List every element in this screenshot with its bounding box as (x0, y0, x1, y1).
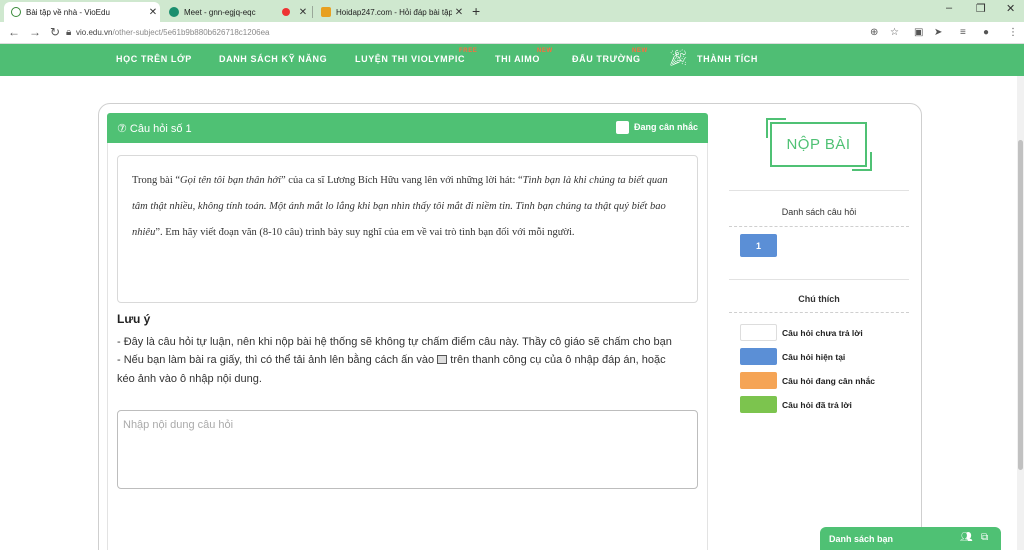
media-icon[interactable]: ≡ (960, 27, 966, 38)
meet-favicon-icon (169, 7, 179, 17)
nav-hoc-tren-lop[interactable]: HỌC TRÊN LỚP (116, 54, 192, 64)
address-bar: ← → ↻ 🔒︎ vio.edu.vn/other-subject/5e61b9… (0, 22, 1024, 44)
close-icon[interactable]: ✕ (296, 7, 310, 18)
question-list-title: Danh sách câu hỏi (781, 207, 857, 217)
legend-title: Chú thích (798, 294, 840, 304)
friend-list-panel[interactable]: Danh sách bạn 👥︎ ⧉ (820, 527, 1001, 550)
site-navigation: HỌC TRÊN LỚP DANH SÁCH KỸ NĂNG LUYỆN THI… (0, 44, 1024, 76)
question-header: ⑦ Câu hỏi số 1 Đang cân nhắc (107, 113, 708, 143)
lock-icon[interactable]: 🔒︎ (66, 27, 71, 38)
new-badge: NEW (632, 48, 648, 54)
question-text-part: ”. Em hãy viết đoạn văn (8-10 câu) trình… (155, 227, 575, 238)
reload-icon[interactable]: ↻ (50, 25, 60, 39)
note-line-2: - Nếu bạn làm bài ra giấy, thì có thể tả… (117, 354, 666, 366)
nav-danh-sach-ky-nang[interactable]: DANH SÁCH KỸ NĂNG (219, 54, 327, 64)
tab-label: Bài tập về nhà - VioEdu (26, 7, 110, 17)
tab-hoidap247[interactable]: Hoidap247.com - Hỏi đáp bài tập ✕ (314, 2, 466, 22)
note-line-1: - Đây là câu hỏi tự luận, nên khi nộp bà… (117, 336, 672, 348)
window-close-button[interactable]: ✕ (1006, 2, 1015, 15)
note-text: trên thanh công cụ của ô nhập đáp án, ho… (450, 354, 666, 366)
bookmark-star-icon[interactable]: ☆ (890, 27, 899, 38)
legend-label: Câu hỏi hiện tại (782, 352, 846, 362)
legend-swatch-answered (740, 396, 777, 413)
tab-divider (312, 6, 313, 18)
people-icon[interactable]: 👥︎ (960, 532, 973, 543)
question-text: Trong bài “Gọi tên tôi bạn thân hởi” của… (117, 155, 698, 303)
friend-list-label: Danh sách bạn (829, 534, 894, 544)
legend-swatch-current (740, 348, 777, 365)
note-title: Lưu ý (117, 312, 151, 326)
legend-swatch-unanswered (740, 324, 777, 341)
hoidap247-favicon-icon (321, 7, 331, 17)
tab-meet[interactable]: Meet - gnn-egjq-eqc ✕ (162, 2, 310, 22)
question-text-part: ” của ca sĩ Lương Bích Hữu vang lên với … (281, 175, 523, 186)
url-path: /other-subject/5e61b9b880b626718c1206ea (112, 28, 270, 37)
divider (729, 312, 909, 313)
minimize-button[interactable]: – (946, 2, 952, 14)
legend-label: Câu hỏi đã trả lời (782, 400, 852, 410)
nav-thi-aimo[interactable]: THI AIMO NEW (495, 48, 552, 64)
extension-icon[interactable]: ▣ (914, 27, 923, 38)
submit-decoration (766, 118, 768, 138)
note-line-3: kéo ảnh vào ô nhập nội dung. (117, 373, 262, 385)
question-title: ⑦ Câu hỏi số 1 (117, 123, 192, 135)
divider (729, 190, 909, 191)
submit-decoration (870, 152, 872, 171)
url-field[interactable]: vio.edu.vn/other-subject/5e61b9b880b6267… (76, 28, 270, 37)
browser-tab-strip: Bài tập về nhà - VioEdu ✕ Meet - gnn-egj… (0, 0, 1024, 22)
new-badge: NEW (537, 48, 553, 54)
nav-dau-truong[interactable]: ĐẤU TRƯỜNG NEW (572, 48, 647, 64)
answer-input[interactable] (117, 410, 698, 489)
nav-label: LUYỆN THI VIOLYMPIC (355, 54, 466, 64)
close-icon[interactable]: ✕ (452, 7, 466, 18)
extension-arrow-icon[interactable]: ➤ (934, 27, 942, 38)
submit-decoration (852, 169, 872, 171)
url-host: vio.edu.vn (76, 28, 113, 37)
song-title: Gọi tên tôi bạn thân hởi (180, 175, 282, 186)
recording-icon (282, 8, 290, 16)
legend-swatch-pending (740, 372, 777, 389)
nav-label: THI AIMO (495, 54, 540, 64)
nav-thanh-tich[interactable]: THÀNH TÍCH (697, 54, 758, 64)
chat-icon[interactable]: ⧉ (981, 532, 988, 543)
image-icon (437, 355, 448, 364)
tab-label: Hoidap247.com - Hỏi đáp bài tập (336, 7, 452, 17)
question-number-button[interactable]: 1 (740, 234, 777, 257)
vioedu-favicon-icon (11, 7, 21, 17)
forward-arrow-icon[interactable]: → (29, 25, 41, 39)
legend-label: Câu hỏi đang cân nhắc (782, 376, 876, 386)
note-text: - Nếu bạn làm bài ra giấy, thì có thể tả… (117, 354, 435, 366)
divider (729, 279, 909, 280)
profile-avatar-icon[interactable]: ● (983, 27, 989, 38)
legend-label: Câu hỏi chưa trả lời (782, 328, 863, 338)
new-tab-button[interactable]: + (472, 3, 480, 19)
nav-label: ĐẤU TRƯỜNG (572, 54, 641, 64)
party-icon: 🎉︎ (668, 50, 689, 67)
tab-vioedu[interactable]: Bài tập về nhà - VioEdu ✕ (4, 2, 160, 22)
pending-checkbox[interactable] (616, 121, 629, 134)
divider (729, 226, 909, 227)
scrollbar-thumb[interactable] (1018, 140, 1023, 470)
question-text-part: Trong bài “ (132, 175, 181, 186)
submit-decoration (766, 118, 786, 120)
restore-button[interactable]: ❐ (976, 2, 986, 15)
more-menu-icon[interactable]: ⋮ (1008, 27, 1018, 38)
tab-label: Meet - gnn-egjq-eqc (184, 7, 256, 17)
back-arrow-icon[interactable]: ← (8, 25, 20, 39)
submit-button[interactable]: NỘP BÀI (770, 122, 867, 167)
zoom-icon[interactable]: ⊕ (870, 27, 878, 38)
close-icon[interactable]: ✕ (146, 7, 160, 18)
nav-luyen-thi-violympic[interactable]: LUYỆN THI VIOLYMPIC FREE (355, 48, 477, 64)
pending-label[interactable]: Đang cân nhắc (634, 122, 698, 132)
free-badge: FREE (459, 48, 478, 54)
